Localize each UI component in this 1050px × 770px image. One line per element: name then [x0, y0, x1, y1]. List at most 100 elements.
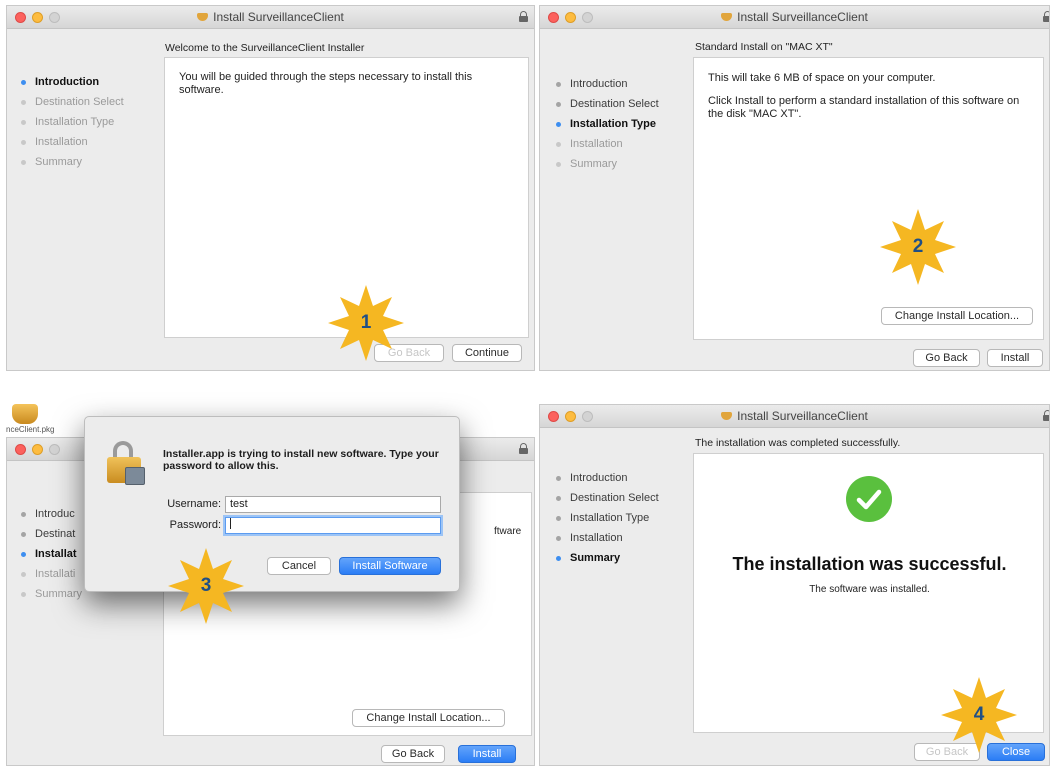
install-button[interactable]: Install: [987, 349, 1043, 367]
step-bullet-icon: [556, 555, 561, 561]
window-controls: [15, 444, 60, 455]
step-introduction: Introduction: [556, 74, 659, 94]
username-label: Username:: [167, 498, 221, 510]
step-1-marker: 1: [324, 281, 408, 365]
step-bullet-icon: [556, 161, 561, 167]
steps-sidebar: Introduction Destination Select Installa…: [21, 72, 124, 172]
step-label: Installation Type: [570, 512, 650, 524]
step-bullet-icon: [21, 159, 26, 165]
step-bullet-icon: [556, 121, 561, 127]
step-label: Installation: [570, 138, 623, 150]
step-label: Summary: [570, 158, 618, 170]
step-installation: Installation: [556, 528, 659, 548]
step-label: Introduc: [35, 508, 75, 520]
step-label: Summary: [35, 156, 83, 168]
badge-number: 4: [973, 704, 985, 725]
package-icon: [197, 13, 209, 21]
step-installation-type: Installat: [21, 544, 82, 564]
step-installation-type: Installation Type: [556, 114, 659, 134]
step-destination-select: Destination Select: [21, 92, 124, 112]
lock-icon[interactable]: [1043, 11, 1049, 22]
title-bar: Install SurveillanceClient: [540, 6, 1049, 29]
intro-text: You will be guided through the steps nec…: [179, 71, 473, 96]
step-bullet-icon: [21, 571, 26, 577]
title-bar: Install SurveillanceClient: [7, 6, 534, 29]
step-bullet-icon: [21, 531, 26, 537]
step-label: Destination Select: [35, 96, 124, 108]
step-label: Installation: [35, 136, 88, 148]
password-label: Password:: [169, 519, 221, 531]
success-subtitle: The software was installed.: [809, 584, 930, 595]
window-title: Install SurveillanceClient: [540, 10, 1049, 24]
badge-number: 1: [360, 312, 372, 333]
badge-number: 3: [200, 575, 212, 596]
step-bullet-icon: [556, 101, 561, 107]
change-install-location-button[interactable]: Change Install Location...: [881, 307, 1033, 325]
step-bullet-icon: [556, 515, 561, 521]
window-title: Install SurveillanceClient: [540, 409, 1049, 423]
package-icon: [721, 412, 733, 420]
steps-sidebar: Introduction Destination Select Installa…: [556, 74, 659, 174]
zoom-window-button[interactable]: [49, 444, 60, 455]
step-installation-type: Installation Type: [21, 112, 124, 132]
cancel-button[interactable]: Cancel: [267, 557, 331, 575]
content-pane: This will take 6 MB of space on your com…: [693, 57, 1044, 340]
step-bullet-icon: [556, 495, 561, 501]
step-introduction: Introduc: [21, 504, 82, 524]
step-label: Introduction: [570, 78, 628, 90]
close-window-button[interactable]: [15, 444, 26, 455]
installer-window-step2: Install SurveillanceClient Standard Inst…: [539, 5, 1050, 371]
desktop-package-icon[interactable]: nceClient.pkg: [6, 404, 54, 434]
step-installation: Installati: [21, 564, 82, 584]
step-bullet-icon: [21, 139, 26, 145]
title-bar: Install SurveillanceClient: [540, 405, 1049, 428]
step-label: Summary: [35, 588, 83, 600]
step-label: Summary: [570, 552, 621, 564]
step-label: Installat: [35, 548, 77, 560]
window-title-text: Install SurveillanceClient: [737, 409, 868, 423]
step-4-marker: 4: [937, 673, 1021, 757]
steps-sidebar: Introduc Destinat Installat Installati S…: [21, 504, 82, 604]
step-label: Introduction: [35, 76, 100, 88]
page-heading: The installation was completed successfu…: [695, 437, 901, 449]
step-installation: Installation: [556, 134, 659, 154]
change-install-location-button[interactable]: Change Install Location...: [352, 709, 505, 727]
package-icon: [721, 13, 733, 21]
step-destination-select: Destination Select: [556, 488, 659, 508]
step-bullet-icon: [21, 551, 26, 557]
lock-icon[interactable]: [519, 11, 528, 22]
password-field[interactable]: [225, 517, 441, 534]
step-label: Installation Type: [35, 116, 115, 128]
step-label: Installati: [35, 568, 76, 580]
step-label: Destination Select: [570, 492, 659, 504]
space-required-text: This will take 6 MB of space on your com…: [708, 72, 936, 84]
install-software-button[interactable]: Install Software: [339, 557, 441, 575]
install-button[interactable]: Install: [458, 745, 516, 763]
step-label: Installation Type: [570, 118, 656, 130]
success-checkmark-icon: [846, 476, 892, 522]
window-title-text: Install SurveillanceClient: [213, 10, 344, 24]
success-title: The installation was successful.: [732, 554, 1007, 574]
username-field[interactable]: test: [225, 496, 441, 513]
step-bullet-icon: [21, 119, 26, 125]
go-back-button[interactable]: Go Back: [913, 349, 980, 367]
minimize-window-button[interactable]: [32, 444, 43, 455]
step-bullet-icon: [556, 81, 561, 87]
lock-icon[interactable]: [519, 443, 528, 454]
content-text-fragment: ftware: [494, 526, 522, 537]
step-bullet-icon: [556, 535, 561, 541]
go-back-button[interactable]: Go Back: [381, 745, 445, 763]
continue-button[interactable]: Continue: [452, 344, 522, 362]
step-summary: Summary: [21, 152, 124, 172]
step-bullet-icon: [556, 475, 561, 481]
step-bullet-icon: [21, 99, 26, 105]
installer-lock-icon: [107, 441, 147, 485]
window-title-text: Install SurveillanceClient: [737, 10, 868, 24]
lock-icon[interactable]: [1043, 410, 1049, 421]
step-destination-select: Destination Select: [556, 94, 659, 114]
step-bullet-icon: [556, 141, 561, 147]
dialog-message: Installer.app is trying to install new s…: [163, 448, 439, 472]
step-3-marker: 3: [164, 544, 248, 628]
step-summary: Summary: [556, 154, 659, 174]
desktop-file-label: nceClient.pkg: [6, 425, 55, 434]
